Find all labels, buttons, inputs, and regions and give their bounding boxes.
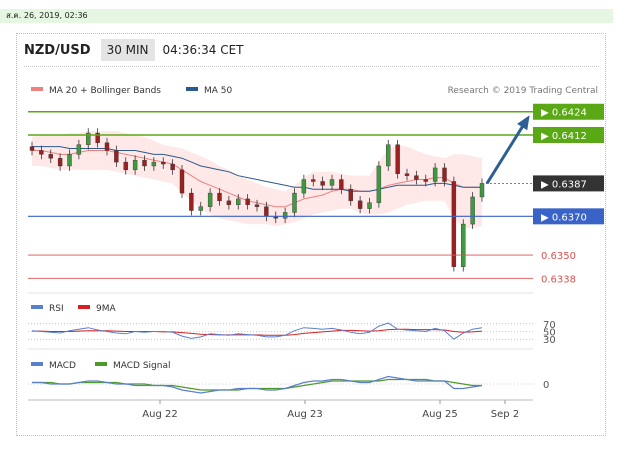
- ma50-legend-swatch: [186, 87, 198, 91]
- last-price-label: ▶ 0.6387: [541, 179, 587, 190]
- candle-body: [423, 179, 428, 182]
- candle-body: [142, 159, 147, 167]
- candle-body: [29, 146, 35, 151]
- candle-body: [386, 144, 391, 167]
- resistance-label: ▶ 0.6412: [541, 131, 587, 142]
- candle-body: [39, 150, 44, 155]
- candle-body: [236, 198, 241, 205]
- candle-body: [442, 167, 447, 182]
- candle-body: [282, 212, 288, 219]
- candle-body: [123, 161, 128, 171]
- candle-body: [292, 192, 297, 213]
- rsi-level-label: 30: [543, 335, 556, 346]
- candle-body: [57, 158, 63, 167]
- candle-body: [245, 198, 250, 205]
- rsi-ma-legend-swatch: [78, 305, 90, 309]
- macd-signal-legend-swatch: [95, 362, 107, 366]
- candle-body: [114, 150, 119, 163]
- ma20-legend-swatch: [31, 87, 43, 91]
- candle-body: [414, 175, 419, 180]
- candle-body: [320, 181, 325, 186]
- candle-body: [451, 181, 457, 267]
- candle-body: [348, 189, 353, 202]
- candle-body: [198, 206, 203, 211]
- price-chart: MA 20 + Bollinger Bands MA 50 Research ©…: [28, 86, 604, 420]
- candle-body: [339, 179, 344, 190]
- candle-body: [254, 204, 260, 207]
- macd-legend-label: MACD: [49, 361, 76, 371]
- candle-body: [226, 200, 232, 205]
- x-tick-label: Aug 25: [422, 409, 457, 420]
- rsi-legend-label: RSI: [49, 304, 64, 314]
- ma50-legend-label: MA 50: [204, 86, 233, 96]
- support-label: 0.6338: [541, 274, 576, 285]
- research-credit: Research © 2019 Trading Central: [448, 86, 598, 96]
- resistance-label: ▶ 0.6424: [541, 108, 587, 119]
- candle-body: [395, 144, 400, 174]
- candle-body: [329, 179, 335, 186]
- candle-body: [67, 154, 72, 167]
- candle-body: [432, 167, 438, 182]
- candle-body: [479, 183, 485, 198]
- macd-zero-label: 0: [543, 380, 549, 391]
- candle-body: [189, 192, 194, 211]
- rsi-legend-swatch: [31, 305, 43, 309]
- macd-signal-legend-label: MACD Signal: [113, 361, 171, 371]
- forecast-arrow-shaft: [485, 116, 530, 185]
- x-tick-label: Aug 22: [142, 409, 177, 420]
- candle-body: [207, 192, 213, 207]
- rsi-ma-legend-label: 9MA: [96, 304, 116, 314]
- candle-body: [161, 161, 166, 165]
- candle-body: [264, 206, 269, 217]
- candle-body: [461, 223, 466, 267]
- candle-body: [301, 179, 307, 194]
- candle-body: [76, 144, 82, 155]
- x-tick-label: Sep 2: [491, 409, 519, 420]
- candle-body: [404, 173, 410, 176]
- ma20-legend-label: MA 20 + Bollinger Bands: [49, 86, 161, 96]
- candle-body: [151, 161, 157, 167]
- candle-body: [376, 165, 382, 203]
- support-label: 0.6350: [541, 251, 576, 262]
- candle-body: [132, 159, 138, 171]
- candle-body: [217, 192, 222, 202]
- candle-body: [357, 200, 363, 209]
- candle-body: [311, 179, 316, 182]
- candle-body: [179, 169, 185, 194]
- macd-legend-swatch: [31, 362, 43, 366]
- candle-body: [48, 154, 53, 159]
- x-tick-label: Aug 23: [287, 409, 322, 420]
- candle-body: [170, 163, 175, 171]
- candle-body: [367, 202, 372, 209]
- candle-body: [470, 196, 475, 225]
- pivot-label: ▶ 0.6370: [541, 212, 587, 223]
- candle-body: [104, 142, 110, 151]
